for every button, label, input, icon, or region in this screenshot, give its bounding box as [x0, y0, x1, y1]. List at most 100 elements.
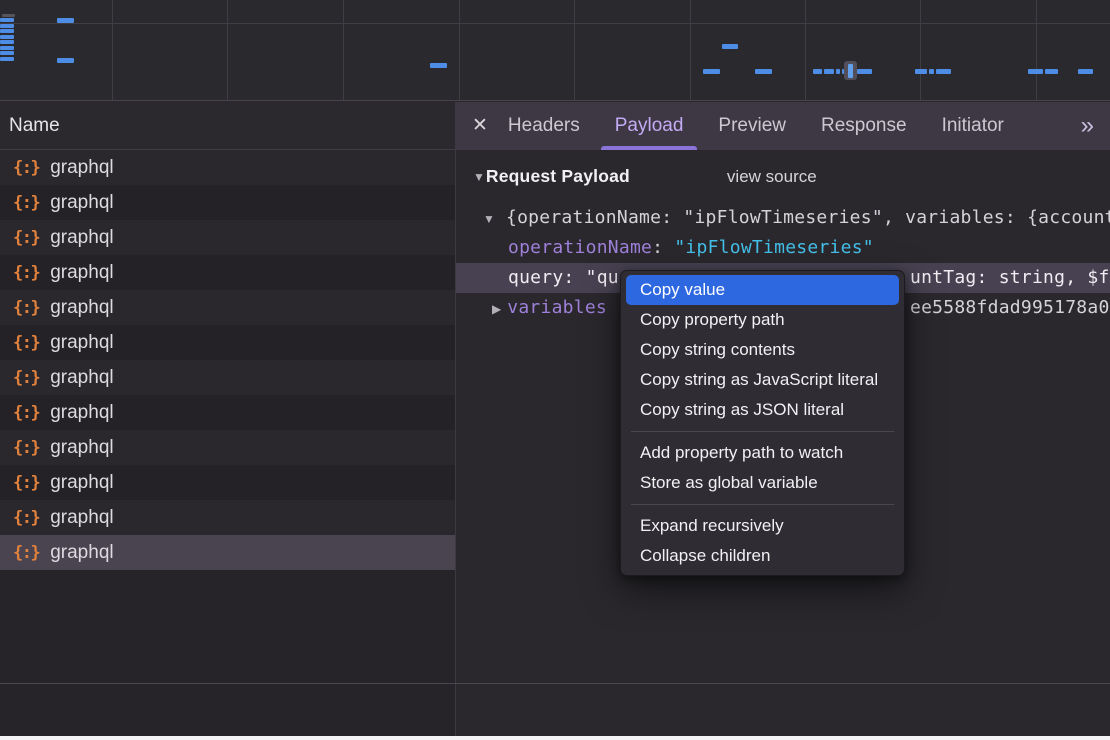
request-row[interactable]: {:} graphql: [0, 255, 455, 290]
request-name: graphql: [50, 157, 113, 179]
waterfall-bar: [0, 46, 14, 50]
request-row[interactable]: {:} graphql: [0, 465, 455, 500]
json-request-icon: {:}: [13, 158, 39, 178]
query-fragment-right: untTag: string, $f: [910, 263, 1110, 293]
waterfall-bar: [857, 69, 872, 74]
overview-gridline: [805, 0, 806, 100]
menu-item-collapse-children[interactable]: Collapse children: [626, 541, 899, 571]
waterfall-bar: [0, 24, 14, 28]
key-value-separator: :: [652, 237, 674, 258]
tab-headers[interactable]: Headers: [493, 102, 595, 150]
request-name: graphql: [50, 507, 113, 529]
menu-separator: [631, 431, 894, 432]
waterfall-bar: [1078, 69, 1093, 74]
waterfall-bar: [755, 69, 772, 74]
request-name: graphql: [50, 402, 113, 424]
waterfall-bar: [0, 35, 14, 39]
json-request-icon: {:}: [13, 438, 39, 458]
menu-item-store-as-global-variable[interactable]: Store as global variable: [626, 468, 899, 498]
tab-response[interactable]: Response: [806, 102, 922, 150]
menu-separator: [631, 504, 894, 505]
menu-item-copy-string-as-json-literal[interactable]: Copy string as JSON literal: [626, 395, 899, 425]
waterfall-bar: [0, 51, 14, 55]
request-row[interactable]: {:}graphql: [0, 220, 455, 255]
json-request-icon: {:}: [13, 508, 39, 528]
network-overview[interactable]: [0, 0, 1110, 101]
waterfall-bar: [936, 69, 951, 74]
request-row[interactable]: {:} graphql: [0, 500, 455, 535]
name-column-label: Name: [9, 115, 60, 136]
payload-root-row[interactable]: ▼ {operationName: "ipFlowTimeseries", va…: [456, 203, 1110, 233]
property-key: variables: [507, 297, 607, 318]
waterfall-bar: [0, 40, 14, 44]
collapse-triangle-icon[interactable]: ▼: [473, 170, 485, 184]
waterfall-bar: [2, 14, 15, 17]
request-row[interactable]: {:} graphql: [0, 150, 455, 185]
context-menu: Copy valueCopy property pathCopy string …: [620, 270, 905, 576]
json-request-icon: {:}: [13, 368, 39, 388]
page-bottom-edge: [0, 736, 1110, 740]
footer-band: [0, 683, 1110, 736]
waterfall-bar: [430, 63, 447, 68]
waterfall-bar: [1028, 69, 1043, 74]
detail-tab-bar: ✕ HeadersPayloadPreviewResponseInitiator…: [455, 102, 1110, 150]
request-row[interactable]: {:}graphql: [0, 395, 455, 430]
view-source-link[interactable]: view source: [727, 167, 817, 187]
json-request-icon: {:}: [13, 333, 39, 353]
overview-gridline: [690, 0, 691, 100]
close-icon[interactable]: ✕: [472, 102, 488, 150]
request-row[interactable]: {:}graphql: [0, 430, 455, 465]
menu-item-add-property-path-to-watch[interactable]: Add property path to watch: [626, 438, 899, 468]
request-row[interactable]: {:} graphql: [0, 360, 455, 395]
request-name: graphql: [50, 262, 113, 284]
overview-gridline: [459, 0, 460, 100]
waterfall-bar: [1045, 69, 1058, 74]
menu-item-expand-recursively[interactable]: Expand recursively: [626, 511, 899, 541]
request-row[interactable]: {:}graphql: [0, 185, 455, 220]
request-row[interactable]: {:}graphql: [0, 325, 455, 360]
property-key: operationName: [508, 237, 652, 258]
devtools-network-panel: { "colors": { "waterfall_bar_blue": "#4e…: [0, 0, 1110, 740]
tab-preview[interactable]: Preview: [703, 102, 801, 150]
payload-root-preview: [495, 207, 506, 228]
overview-gridline: [1036, 0, 1037, 100]
request-name: graphql: [50, 297, 113, 319]
payload-operationname-row[interactable]: operationName: "ipFlowTimeseries": [456, 233, 1110, 263]
column-header-name[interactable]: Name: [0, 102, 455, 150]
json-request-icon: {:}: [13, 298, 39, 318]
property-value-string: "ipFlowTimeseries": [674, 237, 874, 258]
expand-arrow-icon[interactable]: ▶: [492, 302, 501, 316]
waterfall-bar: [0, 57, 14, 61]
more-tabs-icon[interactable]: »: [1081, 104, 1094, 148]
overview-gridline: [574, 0, 575, 100]
request-name: graphql: [50, 367, 113, 389]
overview-gridline: [920, 0, 921, 100]
waterfall-bar: [722, 44, 738, 49]
selected-request-marker-bar: [848, 64, 853, 78]
waterfall-bar: [836, 69, 840, 74]
variables-fragment-right: ee5588fdad995178a0: [910, 293, 1110, 323]
tab-initiator[interactable]: Initiator: [927, 102, 1019, 150]
json-request-icon: {:}: [13, 263, 39, 283]
waterfall-bar: [915, 69, 927, 74]
waterfall-bar: [0, 18, 14, 22]
waterfall-bar: [703, 69, 720, 74]
menu-item-copy-string-as-javascript-literal[interactable]: Copy string as JavaScript literal: [626, 365, 899, 395]
waterfall-bar: [929, 69, 934, 74]
tab-payload[interactable]: Payload: [600, 102, 699, 150]
request-name: graphql: [50, 472, 113, 494]
waterfall-bar: [57, 58, 74, 63]
request-name: graphql: [50, 227, 113, 249]
request-list: {:} graphql {:} graphql {:} graphql {:} graphql…: [0, 150, 455, 683]
json-request-icon: {:}: [13, 473, 39, 493]
request-row[interactable]: {:} graphql: [0, 290, 455, 325]
menu-item-copy-value[interactable]: Copy value: [626, 275, 899, 305]
menu-item-copy-property-path[interactable]: Copy property path: [626, 305, 899, 335]
expand-arrow-icon[interactable]: ▼: [483, 212, 495, 226]
request-name: graphql: [50, 542, 113, 564]
json-request-icon: {:}: [13, 193, 39, 213]
waterfall-bar: [813, 69, 822, 74]
waterfall-bar: [57, 18, 74, 23]
request-row[interactable]: {:}graphql: [0, 535, 455, 570]
menu-item-copy-string-contents[interactable]: Copy string contents: [626, 335, 899, 365]
